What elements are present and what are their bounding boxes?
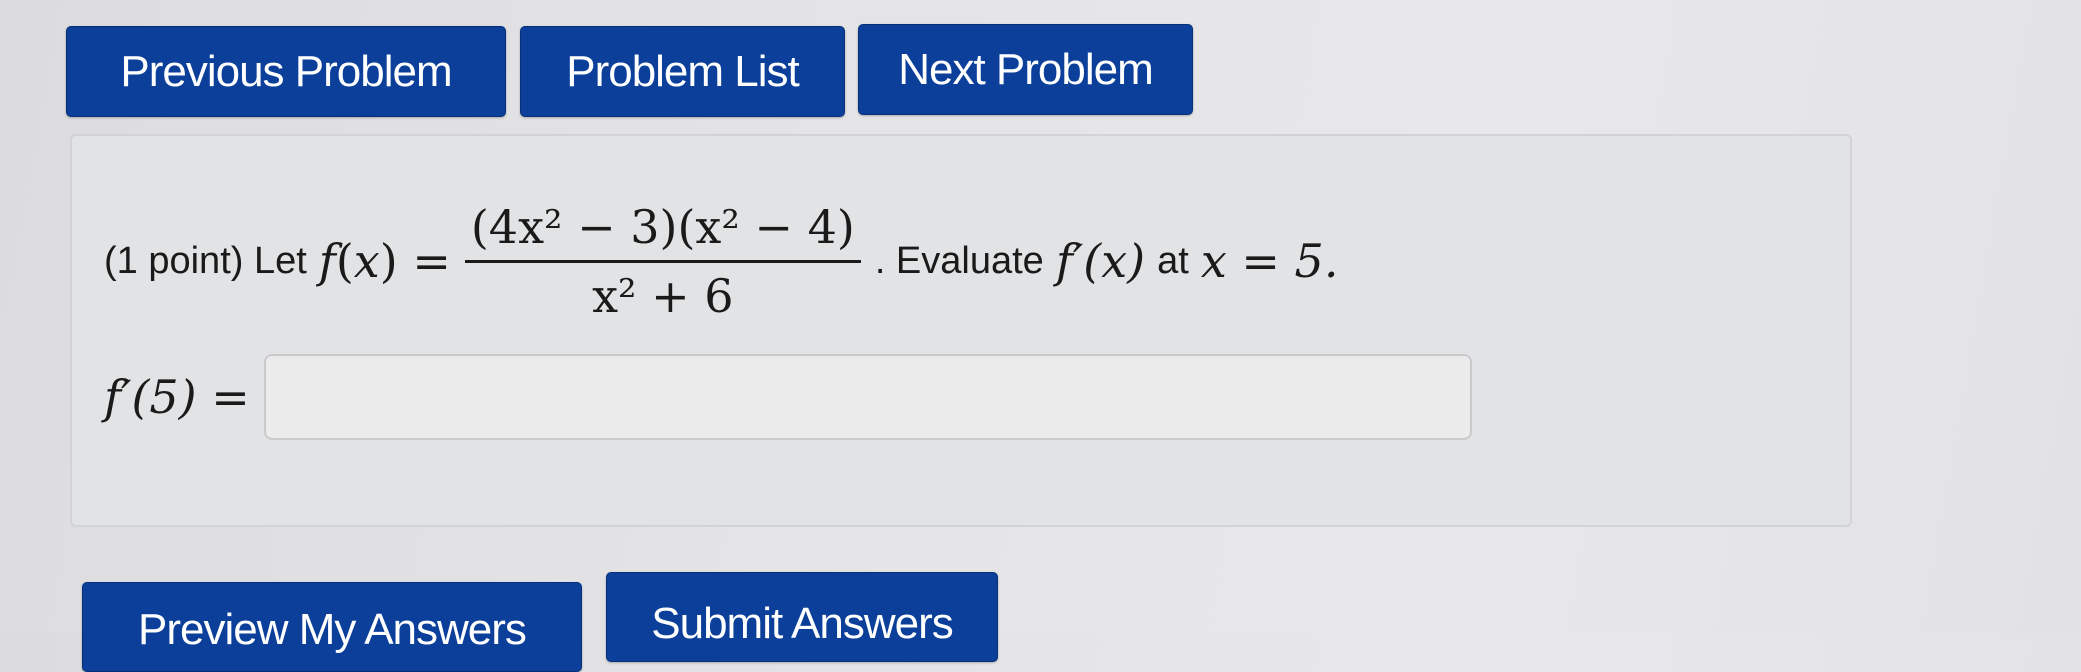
answer-label: f′(5) = (104, 370, 250, 424)
previous-problem-button[interactable]: Previous Problem (66, 26, 506, 117)
problem-statement: (1 point) Let f(x) = (4x² − 3)(x² − 4) x… (104, 181, 1338, 341)
fraction-denominator: x² + 6 (592, 268, 734, 323)
evaluation-condition: x = 5. (1200, 234, 1339, 288)
problem-list-button[interactable]: Problem List (520, 26, 845, 117)
submit-answers-button[interactable]: Submit Answers (606, 572, 998, 662)
preview-answers-button[interactable]: Preview My Answers (82, 582, 582, 672)
function-signature: f(x) = (318, 234, 451, 288)
answer-row: f′(5) = (104, 342, 1472, 452)
answer-input[interactable] (263, 354, 1472, 440)
function-fraction: (4x² − 3)(x² − 4) x² + 6 (464, 199, 861, 323)
problem-points-text: (1 point) Let (104, 239, 307, 282)
problem-panel: (1 point) Let f(x) = (4x² − 3)(x² − 4) x… (70, 134, 1852, 527)
next-problem-button[interactable]: Next Problem (858, 24, 1193, 115)
at-text: at (1157, 239, 1189, 282)
evaluate-text: . Evaluate (874, 239, 1044, 282)
fraction-numerator: (4x² − 3)(x² − 4) (470, 199, 855, 254)
derivative-expression: f′(x) (1055, 234, 1146, 288)
